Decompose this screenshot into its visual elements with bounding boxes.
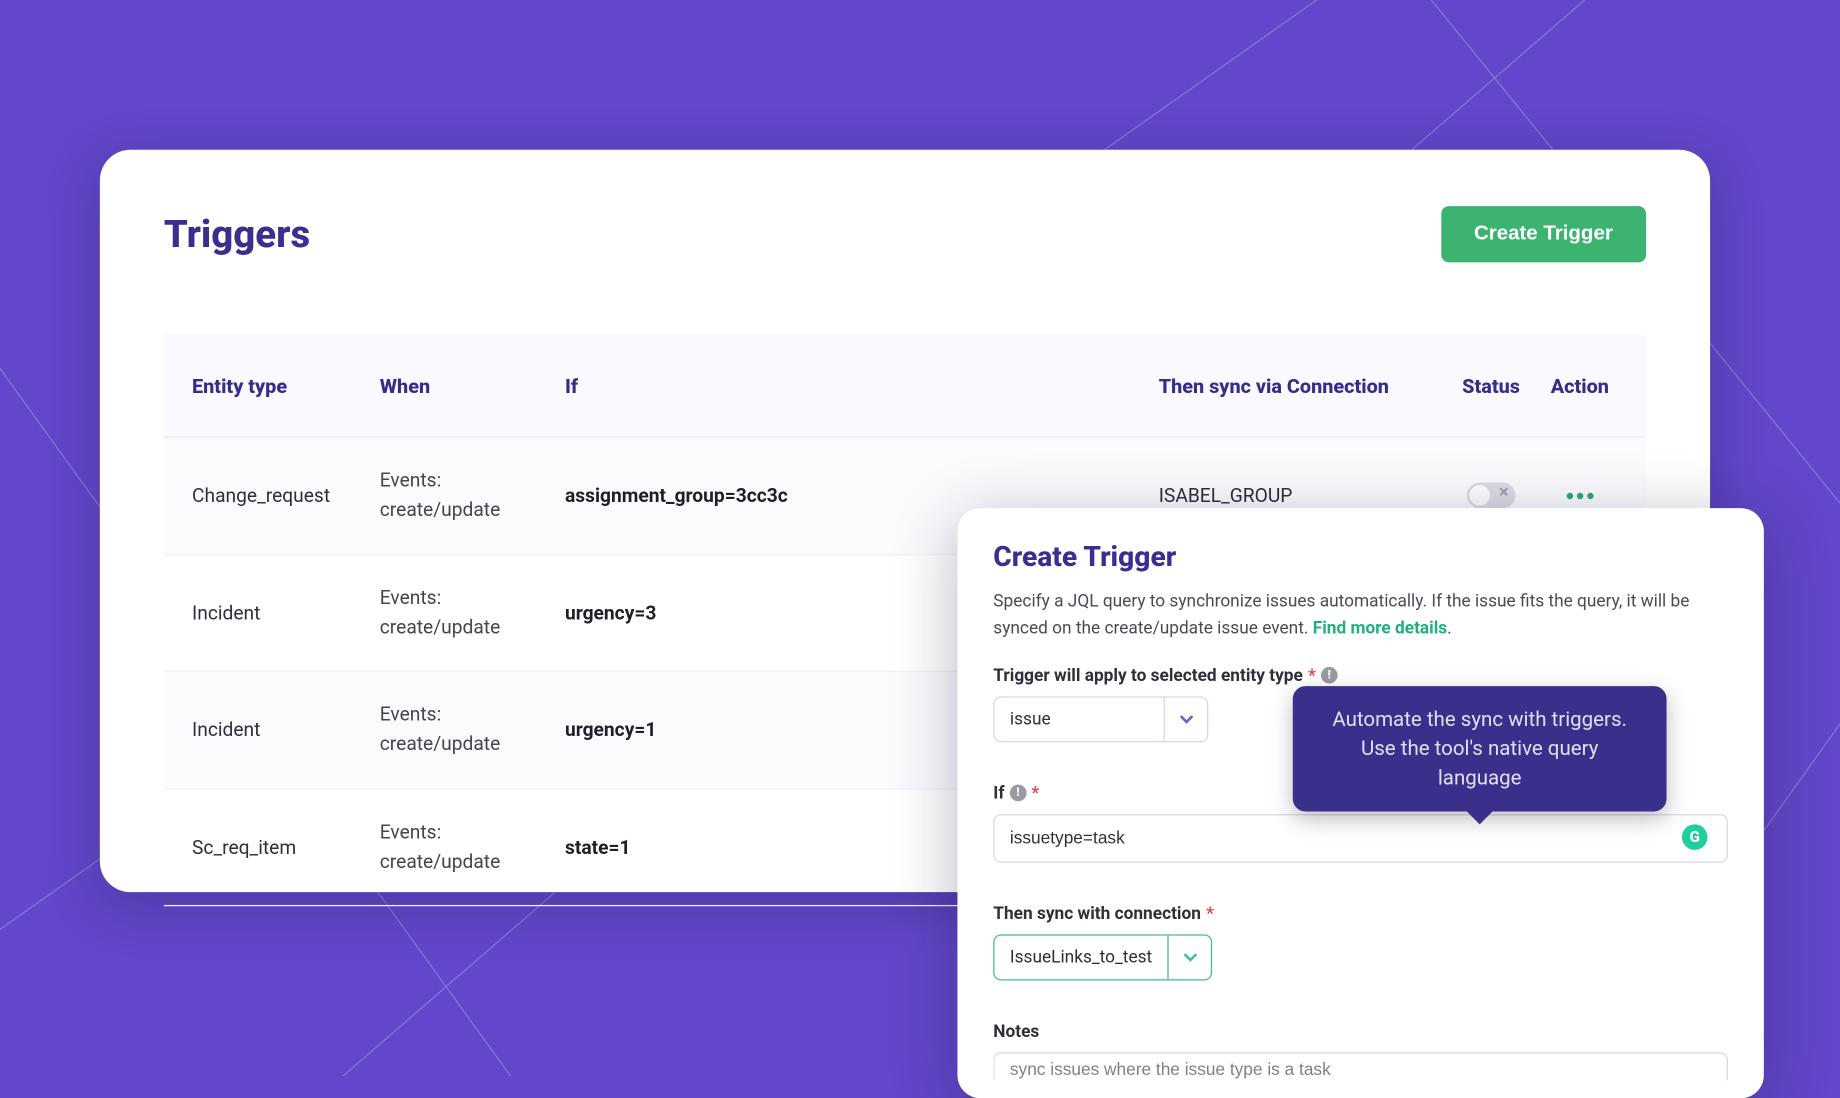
cell-when: Events: create/update [380, 817, 565, 877]
page-title: Triggers [164, 212, 310, 257]
modal-title: Create Trigger [993, 541, 1728, 573]
cell-when: Events: create/update [380, 466, 565, 526]
tooltip-line: Automate the sync with triggers. [1318, 704, 1641, 734]
entity-type-label: Trigger will apply to selected entity ty… [993, 665, 1728, 685]
cell-status: ✕ [1440, 483, 1541, 509]
cell-entity: Change_request [192, 484, 380, 507]
status-toggle[interactable]: ✕ [1467, 483, 1516, 509]
entity-type-select[interactable]: issue [993, 696, 1208, 742]
find-more-details-link[interactable]: Find more details [1313, 618, 1447, 638]
connection-label: Then sync with connection* [993, 903, 1728, 923]
notes-label: Notes [993, 1021, 1728, 1041]
column-entity-type: Entity type [192, 375, 380, 398]
tooltip-line: Use the tool's native query language [1318, 734, 1641, 793]
info-icon[interactable]: ! [1010, 785, 1027, 802]
column-if: If [565, 375, 1159, 398]
modal-description: Specify a JQL query to synchronize issue… [993, 589, 1728, 643]
cell-connection: ISABEL_GROUP [1159, 484, 1441, 507]
tooltip: Automate the sync with triggers. Use the… [1293, 686, 1667, 811]
chevron-down-icon [1164, 697, 1208, 741]
info-icon[interactable]: ! [1321, 667, 1338, 684]
create-trigger-button[interactable]: Create Trigger [1441, 206, 1646, 262]
cell-when: Events: create/update [380, 700, 565, 760]
cell-if: assignment_group=3cc3c [565, 484, 1159, 507]
chevron-down-icon [1168, 935, 1212, 979]
column-action: Action [1542, 375, 1618, 398]
column-connection: Then sync via Connection [1159, 375, 1441, 398]
cell-entity: Sc_req_item [192, 836, 380, 859]
if-query-input[interactable] [993, 814, 1728, 863]
column-status: Status [1440, 375, 1541, 398]
connection-select[interactable]: IssueLinks_to_test [993, 934, 1212, 980]
cell-when: Events: create/update [380, 583, 565, 643]
grammarly-icon: G [1682, 824, 1708, 850]
table-header-row: Entity type When If Then sync via Connec… [164, 334, 1646, 438]
more-actions-icon[interactable] [1566, 492, 1593, 498]
column-when: When [380, 375, 565, 398]
cell-action [1542, 492, 1618, 498]
cell-entity: Incident [192, 601, 380, 624]
cell-entity: Incident [192, 718, 380, 741]
